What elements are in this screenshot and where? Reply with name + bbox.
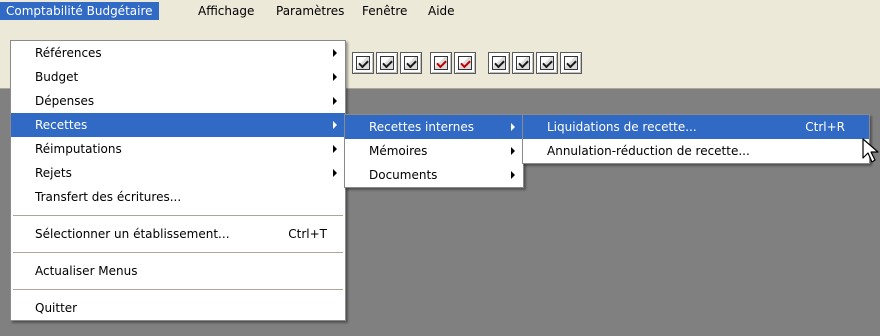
menu-parametres[interactable]: Paramètres <box>270 2 350 20</box>
menu-item-label: Rejets <box>35 166 72 180</box>
menu-aide[interactable]: Aide <box>422 2 461 20</box>
tool-check-icon[interactable] <box>400 52 422 74</box>
menu-item-label: Réimputations <box>35 142 122 156</box>
menu-item-label: Liquidations de recette... <box>547 120 697 134</box>
tool-grid-icon[interactable] <box>512 52 534 74</box>
toolbar-group-2 <box>430 52 478 74</box>
menu-item-reimputations[interactable]: Réimputations <box>11 137 345 161</box>
submenu-arrow-icon <box>511 123 515 131</box>
menu-item-label: Sélectionner un établissement... <box>35 227 230 241</box>
toolbar-group-1 <box>352 52 424 74</box>
tool-check-icon[interactable] <box>352 52 374 74</box>
menu-item-label: Mémoires <box>369 144 428 158</box>
menu-item-annulation-reduction[interactable]: Annulation-réduction de recette... <box>523 139 869 163</box>
submenu-arrow-icon <box>333 169 337 177</box>
submenu-arrow-icon <box>333 121 337 129</box>
toolbar-group-3 <box>488 52 584 74</box>
tool-document-icon[interactable] <box>430 52 452 74</box>
submenu-arrow-icon <box>511 147 515 155</box>
menu-item-memoires[interactable]: Mémoires <box>345 139 523 163</box>
menu-item-label: Transfert des écritures... <box>35 190 182 204</box>
main-menu-dropdown: Références Budget Dépenses Recettes Réim… <box>10 40 346 321</box>
submenu-arrow-icon <box>333 97 337 105</box>
menu-item-label: Dépenses <box>35 94 95 108</box>
menu-item-actualiser-menus[interactable]: Actualiser Menus <box>11 259 345 283</box>
submenu-arrow-icon <box>333 145 337 153</box>
tool-grid-icon[interactable] <box>488 52 510 74</box>
menu-item-recettes[interactable]: Recettes <box>11 113 345 137</box>
tool-grid-icon[interactable] <box>560 52 582 74</box>
menu-separator <box>13 215 343 216</box>
menu-item-label: Recettes <box>35 118 88 132</box>
menu-item-shortcut: Ctrl+T <box>288 227 327 241</box>
menu-item-label: Quitter <box>35 301 78 315</box>
submenu-arrow-icon <box>333 73 337 81</box>
menu-item-rejets[interactable]: Rejets <box>11 161 345 185</box>
menu-item-budget[interactable]: Budget <box>11 65 345 89</box>
tool-document-icon[interactable] <box>454 52 476 74</box>
recettes-submenu: Recettes internes Mémoires Documents <box>344 114 524 188</box>
menu-fenetre[interactable]: Fenêtre <box>356 2 413 20</box>
menu-separator <box>13 289 343 290</box>
menu-item-label: Références <box>35 46 102 60</box>
menu-item-documents[interactable]: Documents <box>345 163 523 187</box>
menu-item-recettes-internes[interactable]: Recettes internes <box>345 115 523 139</box>
submenu-arrow-icon <box>511 171 515 179</box>
menu-item-depenses[interactable]: Dépenses <box>11 89 345 113</box>
menu-item-selectionner-etablissement[interactable]: Sélectionner un établissement... Ctrl+T <box>11 222 345 246</box>
menu-item-transfert[interactable]: Transfert des écritures... <box>11 185 345 209</box>
menu-item-references[interactable]: Références <box>11 41 345 65</box>
menu-item-quitter[interactable]: Quitter <box>11 296 345 320</box>
menu-separator <box>13 252 343 253</box>
menu-item-label: Documents <box>369 168 438 182</box>
mouse-pointer-icon <box>862 138 879 163</box>
menu-item-liquidations-de-recette[interactable]: Liquidations de recette... Ctrl+R <box>523 115 869 139</box>
menu-bar: Comptabilité Budgétaire Affichage Paramè… <box>0 0 880 23</box>
tool-check-icon[interactable] <box>376 52 398 74</box>
submenu-arrow-icon <box>333 49 337 57</box>
menu-item-label: Actualiser Menus <box>35 264 138 278</box>
menu-item-label: Annulation-réduction de recette... <box>547 144 750 158</box>
tool-grid-icon[interactable] <box>536 52 558 74</box>
menu-comptabilite-budgetaire[interactable]: Comptabilité Budgétaire <box>0 2 159 20</box>
menu-item-label: Recettes internes <box>369 120 475 134</box>
menu-affichage[interactable]: Affichage <box>192 2 260 20</box>
menu-item-shortcut: Ctrl+R <box>805 120 845 134</box>
recettes-internes-submenu: Liquidations de recette... Ctrl+R Annula… <box>522 114 870 164</box>
menu-item-label: Budget <box>35 70 79 84</box>
